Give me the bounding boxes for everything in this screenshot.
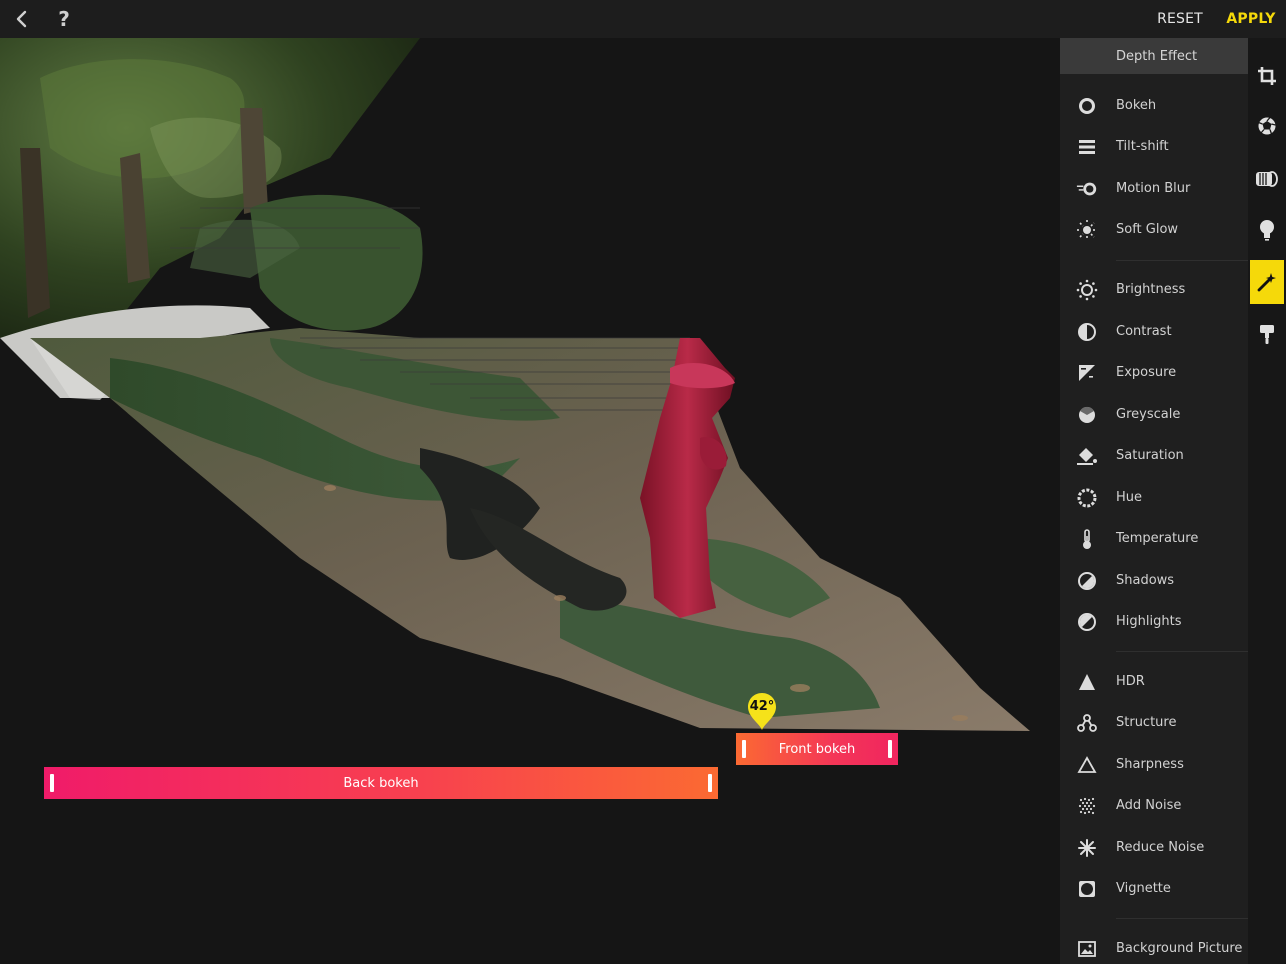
- menu-item-tilt-shift[interactable]: Tilt-shift: [1060, 127, 1248, 167]
- effects-tool-button[interactable]: [1250, 260, 1284, 304]
- crop-icon: [1258, 67, 1276, 85]
- apply-button[interactable]: APPLY: [1222, 0, 1280, 38]
- menu-item-saturation[interactable]: Saturation: [1060, 436, 1248, 476]
- lens-icon: [1256, 171, 1278, 187]
- front-bokeh-left-handle[interactable]: [742, 740, 746, 758]
- back-bokeh-left-handle[interactable]: [50, 774, 54, 792]
- menu-item-highlights[interactable]: Highlights: [1060, 602, 1248, 642]
- front-bokeh-label: Front bokeh: [778, 741, 856, 757]
- motion-blur-icon: [1076, 179, 1098, 199]
- menu-item-hue[interactable]: Hue: [1060, 478, 1248, 518]
- angle-value: 42°: [749, 699, 775, 714]
- menu-item-reduce-noise[interactable]: Reduce Noise: [1060, 828, 1248, 868]
- paint-roller-icon: [1260, 325, 1274, 344]
- tilt-shift-icon: [1076, 137, 1098, 157]
- menu-item-label: Bokeh: [1116, 98, 1157, 113]
- menu-item-label: Temperature: [1116, 531, 1199, 546]
- hue-icon: [1076, 488, 1098, 508]
- menu-item-label: Contrast: [1116, 324, 1172, 339]
- reset-button[interactable]: RESET: [1150, 0, 1210, 38]
- menu-item-label: Reduce Noise: [1116, 840, 1205, 855]
- paint-bucket-icon: [1076, 446, 1098, 466]
- menu-item-vignette[interactable]: Vignette: [1060, 869, 1248, 909]
- menu-item-structure[interactable]: Structure: [1060, 703, 1248, 743]
- front-bokeh-right-handle[interactable]: [888, 740, 892, 758]
- angle-indicator[interactable]: 42°: [746, 691, 778, 731]
- aperture-tool-button[interactable]: [1250, 104, 1284, 148]
- structure-icon: [1076, 713, 1098, 733]
- menu-item-bokeh[interactable]: Bokeh: [1060, 86, 1248, 126]
- paint-tool-button[interactable]: [1250, 312, 1284, 356]
- menu-item-label: Add Noise: [1116, 798, 1182, 813]
- depth-canvas[interactable]: 42° Back bokeh Front bokeh: [0, 38, 1060, 964]
- menu-item-brightness[interactable]: Brightness: [1060, 270, 1248, 310]
- menu-separator: [1116, 260, 1260, 261]
- back-bokeh-slider[interactable]: Back bokeh: [44, 767, 718, 799]
- lightbulb-icon: [1260, 220, 1274, 241]
- contrast-icon: [1076, 322, 1098, 342]
- menu-item-hdr[interactable]: HDR: [1060, 662, 1248, 702]
- sharpness-icon: [1076, 755, 1098, 775]
- menu-item-label: Saturation: [1116, 448, 1184, 463]
- menu-item-label: Greyscale: [1116, 407, 1181, 422]
- tool-rail: [1248, 38, 1286, 964]
- menu-item-greyscale[interactable]: Greyscale: [1060, 395, 1248, 435]
- menu-item-exposure[interactable]: Exposure: [1060, 353, 1248, 393]
- aperture-icon: [1258, 117, 1276, 135]
- menu-item-background-picture[interactable]: Background Picture: [1060, 929, 1248, 964]
- menu-item-shadows[interactable]: Shadows: [1060, 561, 1248, 601]
- menu-item-label: Vignette: [1116, 881, 1171, 896]
- lens-tool-button[interactable]: [1250, 157, 1284, 201]
- back-bokeh-right-handle[interactable]: [708, 774, 712, 792]
- menu-item-add-noise[interactable]: Add Noise: [1060, 786, 1248, 826]
- top-bar: ? RESET APPLY: [0, 0, 1286, 38]
- menu-item-label: Structure: [1116, 715, 1177, 730]
- menu-item-contrast[interactable]: Contrast: [1060, 312, 1248, 352]
- effects-panel: Depth Effect Bokeh Tilt-shift Motion Blu…: [1060, 38, 1260, 964]
- exposure-icon: [1076, 363, 1098, 383]
- picture-icon: [1076, 939, 1098, 959]
- menu-item-motion-blur[interactable]: Motion Blur: [1060, 169, 1248, 209]
- menu-item-label: Soft Glow: [1116, 222, 1179, 237]
- magic-wand-icon: [1257, 273, 1276, 292]
- menu-item-label: Background Picture: [1116, 941, 1243, 956]
- aperture-ring-icon: [1076, 96, 1098, 116]
- sun-icon: [1076, 279, 1098, 301]
- add-noise-icon: [1076, 796, 1098, 816]
- thermometer-icon: [1076, 529, 1098, 549]
- crop-tool-button[interactable]: [1250, 54, 1284, 98]
- greyscale-icon: [1076, 405, 1098, 425]
- menu-separator: [1116, 918, 1260, 919]
- soft-glow-icon: [1076, 220, 1098, 240]
- menu-item-label: Tilt-shift: [1116, 139, 1169, 154]
- help-button[interactable]: ?: [52, 0, 76, 38]
- highlights-icon: [1076, 612, 1098, 632]
- front-bokeh-slider[interactable]: Front bokeh: [736, 733, 898, 765]
- menu-item-sharpness[interactable]: Sharpness: [1060, 745, 1248, 785]
- menu-item-label: Shadows: [1116, 573, 1175, 588]
- menu-item-temperature[interactable]: Temperature: [1060, 519, 1248, 559]
- back-bokeh-label: Back bokeh: [343, 775, 419, 791]
- panel-header: Depth Effect: [1060, 38, 1248, 74]
- depth-point-cloud-image: [0, 38, 1030, 731]
- menu-separator: [1116, 651, 1260, 652]
- hdr-triangle-icon: [1076, 672, 1098, 692]
- menu-item-soft-glow[interactable]: Soft Glow: [1060, 210, 1248, 250]
- back-button[interactable]: [8, 0, 36, 38]
- vignette-icon: [1076, 879, 1098, 899]
- chevron-left-icon: [16, 10, 27, 28]
- menu-item-label: Motion Blur: [1116, 181, 1191, 196]
- menu-item-label: Hue: [1116, 490, 1143, 505]
- shadows-icon: [1076, 571, 1098, 591]
- menu-item-label: Brightness: [1116, 282, 1186, 297]
- light-tool-button[interactable]: [1250, 208, 1284, 252]
- reduce-noise-icon: [1076, 838, 1098, 858]
- menu-item-label: Exposure: [1116, 365, 1177, 380]
- menu-item-label: Highlights: [1116, 614, 1182, 629]
- menu-item-label: HDR: [1116, 674, 1145, 689]
- menu-item-label: Sharpness: [1116, 757, 1184, 772]
